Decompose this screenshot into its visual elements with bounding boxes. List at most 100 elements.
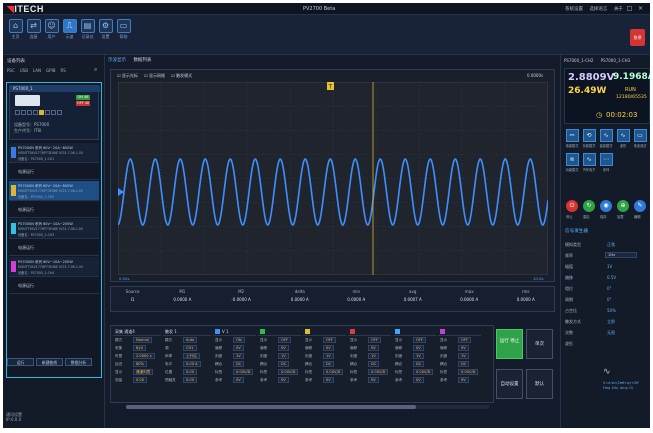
control-value[interactable]: 0.00V/D	[368, 369, 389, 375]
control-value[interactable]: 2.0000 s	[133, 353, 155, 359]
control-value[interactable]: 0.00V/D	[458, 369, 479, 375]
param-input[interactable]: 1Hz	[605, 252, 637, 258]
param-value[interactable]: 50%	[607, 308, 616, 313]
circle-button-3[interactable]: ⊕	[617, 200, 629, 212]
control-column-head[interactable]: 触发 1	[163, 328, 211, 336]
toolbar-button-6[interactable]: ▭ 帮助	[116, 19, 131, 41]
control-value[interactable]: 0V	[233, 345, 244, 351]
control-column-head[interactable]	[303, 328, 346, 336]
search-icon[interactable]: ⌕	[94, 66, 97, 74]
control-value[interactable]: DC	[323, 361, 335, 367]
circle-button-4[interactable]: ✎	[634, 200, 646, 212]
channel-sub-item[interactable]: 电源运行	[9, 202, 99, 218]
channel-key[interactable]	[51, 110, 56, 115]
close-icon[interactable]: ×	[637, 5, 644, 12]
control-value[interactable]: 0V	[323, 345, 334, 351]
channel-key[interactable]	[57, 110, 62, 115]
control-value[interactable]: 0.00	[183, 369, 198, 375]
control-value[interactable]: 通道列表	[133, 369, 154, 375]
control-value[interactable]: 0V	[458, 377, 469, 383]
device-channel-row[interactable]: PS7000N 系列 60V~10A~200W MONTT5KV1776P73E4…	[9, 219, 99, 239]
control-value[interactable]: 0V	[458, 345, 469, 351]
mode-button-4[interactable]: ▭ 电池测试	[633, 129, 647, 149]
toolbar-button-4[interactable]: ▤ 记录仪	[80, 19, 95, 41]
new-curve-button[interactable]: 新建曲线	[36, 358, 63, 366]
toolbar-button-0[interactable]: ⌂ 主页	[8, 19, 23, 41]
circle-button-1[interactable]: ↻	[583, 200, 595, 212]
circle-button-0[interactable]: ⏻	[566, 200, 578, 212]
control-value[interactable]: DC	[413, 361, 425, 367]
param-value[interactable]: 0°	[607, 297, 612, 302]
param-value[interactable]: 0°	[607, 286, 612, 291]
tab-ch3[interactable]: PS7000_1-CH3	[601, 58, 630, 63]
mode-button-3[interactable]: ∿ 波形	[616, 129, 630, 149]
control-column-head[interactable]	[348, 328, 391, 336]
control-value[interactable]: 0V	[278, 377, 289, 383]
control-value[interactable]: OFF	[323, 337, 336, 343]
control-value[interactable]: 0V	[233, 377, 244, 383]
filter-usb[interactable]: USB	[20, 68, 28, 73]
control-value[interactable]: 1V	[278, 353, 289, 359]
mode-button-1[interactable]: ⟲ 负载模式	[582, 129, 596, 149]
control-value[interactable]: OFF	[413, 337, 426, 343]
toolbar-button-3[interactable]: ⎍ 示波	[62, 19, 77, 41]
data-analysis-button[interactable]: 数据分析	[65, 358, 92, 366]
circle-button-2[interactable]: ◉	[600, 200, 612, 212]
control-value[interactable]: 0V	[413, 377, 424, 383]
control-value[interactable]: CH1	[183, 345, 197, 351]
auto-setup-button[interactable]: 自动设置	[496, 369, 523, 399]
mode-button-5[interactable]: ≋ 功能模式	[565, 153, 579, 173]
control-value[interactable]: 0.00V/D	[278, 369, 299, 375]
channel-key[interactable]	[21, 110, 26, 115]
control-value[interactable]: 0.00	[133, 377, 148, 383]
control-value[interactable]: DC	[278, 361, 290, 367]
channel-key[interactable]	[15, 110, 20, 115]
mode-button-2[interactable]: ∿ 曲线模式	[599, 129, 613, 149]
control-value[interactable]: 0V	[278, 345, 289, 351]
control-value[interactable]: 1V	[413, 353, 424, 359]
device-channel-row[interactable]: PS7000N 系列 60V~20A~800W MONTT5KV1776P73E4…	[9, 143, 99, 163]
control-column-head[interactable]	[393, 328, 436, 336]
control-value[interactable]: OFF	[368, 337, 381, 343]
controls-scrollbar[interactable]	[126, 405, 490, 409]
single-button[interactable]: 单次	[526, 329, 553, 359]
control-value[interactable]: 0.00 A	[183, 361, 201, 367]
option-show-grid[interactable]: ☑ 显示网格	[144, 73, 165, 78]
tab-scope-display[interactable]: 示波显示	[108, 58, 126, 63]
channel-key[interactable]	[39, 110, 44, 115]
param-value[interactable]: 1V	[607, 264, 612, 269]
control-value[interactable]: Auto	[183, 337, 198, 343]
channel-key[interactable]	[27, 110, 32, 115]
menu-system-settings[interactable]: 系统设置	[565, 7, 583, 12]
control-value[interactable]: Normal	[133, 337, 153, 343]
control-column-head[interactable]: 采集 通道4	[113, 328, 161, 336]
control-value[interactable]: 1V	[458, 353, 469, 359]
param-value[interactable]: 无限	[607, 330, 615, 336]
control-column-head[interactable]: V 1	[213, 328, 256, 336]
control-value[interactable]: 0V	[323, 377, 334, 383]
channel-key[interactable]	[45, 110, 50, 115]
control-value[interactable]: 0V	[368, 345, 379, 351]
scrollbar-thumb[interactable]	[126, 405, 416, 409]
control-value[interactable]: 80%	[133, 361, 147, 367]
toolbar-button-1[interactable]: ⇄ 连接	[26, 19, 41, 41]
option-trigger-mode[interactable]: ☑ 触发模式	[171, 73, 192, 78]
run-stop-button[interactable]: 运行 停止	[496, 329, 523, 359]
toolbar-button-2[interactable]: ☺ 用户	[44, 19, 59, 41]
control-value[interactable]: 0.00	[183, 377, 198, 383]
control-value[interactable]: DC	[458, 361, 470, 367]
channel-sub-item[interactable]: 电源运行	[9, 240, 99, 256]
control-value[interactable]: OFF	[278, 337, 291, 343]
control-value[interactable]: 1V	[368, 353, 379, 359]
filter-gpib[interactable]: GPIB	[46, 68, 55, 73]
control-value[interactable]: 0V	[368, 377, 379, 383]
scope-screen[interactable]: T	[118, 82, 548, 275]
control-value[interactable]: 0.00V/D	[323, 369, 344, 375]
control-value[interactable]: ByV	[133, 345, 147, 351]
control-column-head[interactable]	[438, 328, 481, 336]
control-value[interactable]: 0V	[413, 345, 424, 351]
emergency-stop-button[interactable]: 急停	[630, 29, 645, 46]
channel-sub-item[interactable]: 电源运行	[9, 278, 99, 294]
control-value[interactable]: ON	[233, 337, 245, 343]
device-channel-row[interactable]: PS7000N 系列 60V~20A~800W MONTT5KV1776P73E4…	[9, 181, 99, 201]
